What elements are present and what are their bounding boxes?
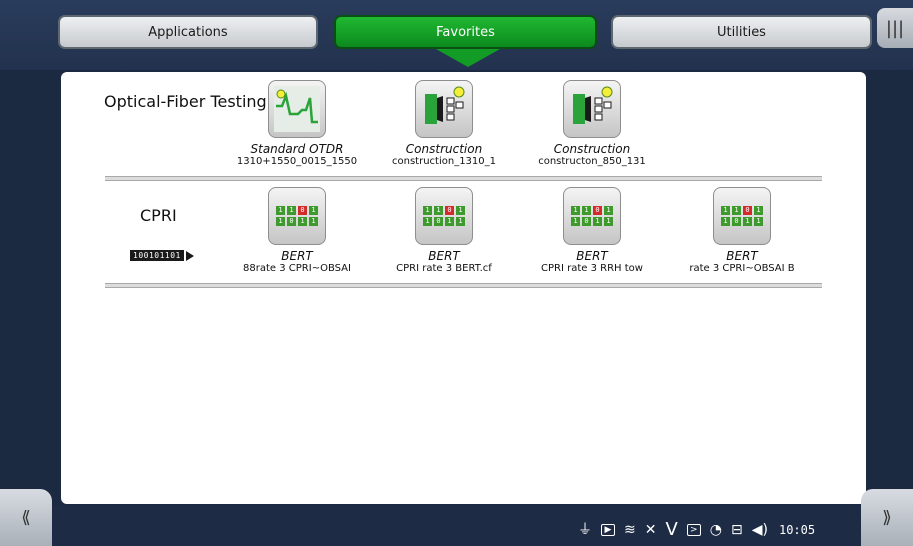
- app-name: BERT: [281, 249, 313, 263]
- app-bert-3[interactable]: 1101 1011 BERT CPRI rate 3 RRH tow: [517, 187, 667, 275]
- app-bert-4[interactable]: 1101 1011 BERT rate 3 CPRI~OBSAI B: [667, 187, 817, 275]
- app-bert-1[interactable]: 1101 1011 BERT 88rate 3 CPRI~OBSAI: [222, 187, 372, 275]
- bert-bits-icon: 1101 1011: [713, 187, 771, 245]
- app-standard-otdr[interactable]: Standard OTDR 1310+1550_0015_1550: [222, 80, 372, 168]
- tab-applications[interactable]: Applications: [58, 15, 318, 49]
- app-file: CPRI rate 3 RRH tow: [541, 263, 643, 274]
- app-file: CPRI rate 3 BERT.cf: [396, 263, 492, 274]
- tab-favorites[interactable]: Favorites: [334, 15, 597, 49]
- satellite-icon[interactable]: ◔: [710, 522, 722, 538]
- bert-bits-icon: 1101 1011: [415, 187, 473, 245]
- app-file: constructon_850_131: [538, 156, 646, 167]
- app-file: 1310+1550_0015_1550: [236, 156, 358, 167]
- app-name: Construction: [553, 142, 631, 156]
- app-construction-2[interactable]: Construction constructon_850_131: [517, 80, 667, 168]
- scroll-left-button[interactable]: ⟪: [0, 489, 52, 546]
- battery-icon[interactable]: ▶: [601, 524, 615, 536]
- arrow-right-icon: [185, 250, 194, 261]
- v-icon[interactable]: V: [665, 521, 677, 539]
- otdr-trace-icon: [268, 80, 326, 138]
- app-file: rate 3 CPRI~OBSAI B: [689, 263, 795, 274]
- tab-label: Utilities: [717, 24, 766, 40]
- tab-label: Favorites: [436, 24, 495, 40]
- chevrons-left-icon: ⟪: [21, 507, 31, 528]
- category-divider: [105, 176, 822, 181]
- bert-bits-icon: 1101 1011: [268, 187, 326, 245]
- speaker-icon[interactable]: ◀): [752, 522, 768, 538]
- scroll-right-button[interactable]: ⟫: [861, 489, 913, 546]
- app-file: 88rate 3 CPRI~OBSAI: [243, 263, 351, 274]
- power-plug-icon[interactable]: ⏚: [578, 522, 592, 538]
- app-bert-2[interactable]: 1101 1011 BERT CPRI rate 3 BERT.cf: [369, 187, 519, 275]
- app-name: Construction: [405, 142, 483, 156]
- app-name: Standard OTDR: [250, 142, 344, 156]
- bit-strip-text: 100101101: [130, 250, 184, 261]
- chevrons-right-icon: ⟫: [882, 507, 892, 528]
- status-icons: ⏚ ▶ ≋ ✕ V > ◔ ⊟ ◀) 10:05: [578, 521, 816, 539]
- tab-label: Applications: [148, 24, 228, 40]
- category-label-cpri: CPRI: [140, 206, 177, 225]
- bert-bits-icon: 1101 1011: [563, 187, 621, 245]
- app-name: BERT: [428, 249, 460, 263]
- tab-utilities[interactable]: Utilities: [611, 15, 872, 49]
- app-name: BERT: [726, 249, 758, 263]
- app-name: BERT: [576, 249, 608, 263]
- app-construction-1[interactable]: Construction construction_1310_1: [369, 80, 519, 168]
- terminal-icon[interactable]: >: [686, 524, 701, 536]
- bluetooth-off-icon[interactable]: ✕: [645, 522, 657, 538]
- app-file: construction_1310_1: [392, 156, 496, 167]
- menu-bars-icon: |||: [885, 17, 905, 39]
- category-divider: [105, 283, 822, 288]
- clock: 10:05: [778, 523, 816, 537]
- wifi-icon[interactable]: ≋: [624, 522, 636, 538]
- menu-button[interactable]: |||: [877, 8, 913, 48]
- active-tab-pointer: [436, 49, 500, 67]
- fiber-construction-icon: [415, 80, 473, 138]
- cpri-bit-strip: 100101101: [130, 250, 194, 261]
- network-icon[interactable]: ⊟: [731, 522, 743, 538]
- fiber-construction-icon: [563, 80, 621, 138]
